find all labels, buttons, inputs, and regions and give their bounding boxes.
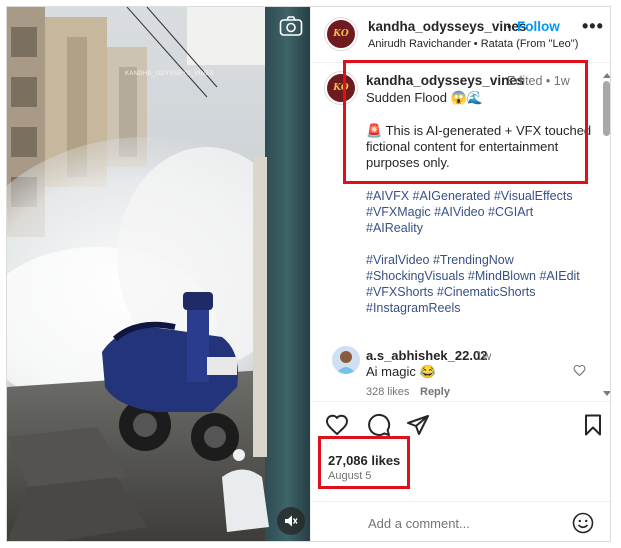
- scroll-down-arrow-icon[interactable]: [603, 391, 610, 396]
- commenter-avatar[interactable]: [332, 346, 360, 374]
- more-options-icon[interactable]: •••: [582, 17, 604, 35]
- comment-bubble-icon[interactable]: [367, 413, 391, 437]
- add-comment-bar: [311, 501, 610, 541]
- post-header: KO kandha_odysseys_vines • Follow Anirud…: [311, 7, 610, 63]
- scrollbar-thumb[interactable]: [603, 81, 610, 136]
- caption-title: Sudden Flood 😱🌊: [366, 90, 483, 105]
- caption-notice-line: purposes only.: [366, 155, 450, 170]
- author-avatar[interactable]: KO: [325, 18, 357, 50]
- hashtag-block-1: #AIVFX #AIGenerated #VisualEffects #VFXM…: [366, 188, 594, 236]
- comment-like-heart-icon[interactable]: [573, 363, 586, 377]
- comment-likes-count[interactable]: 328 likes: [366, 386, 409, 398]
- hashtag-line[interactable]: #VFXShorts #CinematicShorts: [366, 285, 536, 299]
- post-media-video[interactable]: KANDHA_ODYSSEYS_VINES: [7, 7, 310, 541]
- hashtag-line[interactable]: #VFXMagic #AIVideo #CGIArt: [366, 205, 533, 219]
- commenter-username[interactable]: a.s_abhishek_22.02: [366, 348, 487, 363]
- emoji-picker-icon[interactable]: [572, 512, 594, 534]
- header-separator: •: [507, 19, 512, 34]
- flood-scene-image: [7, 7, 310, 541]
- hashtag-line[interactable]: #AIReality: [366, 221, 423, 235]
- follow-button[interactable]: Follow: [517, 19, 560, 34]
- audio-track-link[interactable]: Anirudh Ravichander • Ratata (From "Leo"…: [368, 38, 578, 50]
- post-date[interactable]: August 5: [328, 470, 371, 482]
- share-paper-plane-icon[interactable]: [406, 413, 430, 437]
- caption-notice-line: 🚨 This is AI-generated + VFX touched: [366, 123, 592, 138]
- avatar-monogram: KO: [333, 29, 349, 39]
- hashtag-line[interactable]: #ShockingVisuals #MindBlown #AIEdit: [366, 269, 580, 283]
- comments-scrollbar[interactable]: [601, 67, 610, 401]
- add-comment-input[interactable]: [368, 516, 563, 531]
- comment-time: 1w: [476, 349, 492, 363]
- hashtag-block-2: #ViralVideo #TrendingNow #ShockingVisual…: [366, 252, 594, 316]
- hashtag-line[interactable]: #ViralVideo #TrendingNow: [366, 253, 514, 267]
- post-side-panel: KO kandha_odysseys_vines • Follow Anirud…: [310, 7, 610, 541]
- speaker-muted-icon: [285, 515, 298, 527]
- hashtag-line[interactable]: #InstagramReels: [366, 301, 461, 315]
- avatar-monogram: KO: [333, 83, 349, 93]
- comment-reply-button[interactable]: Reply: [420, 386, 450, 398]
- post-likes-count[interactable]: 27,086 likes: [328, 453, 400, 468]
- scroll-up-arrow-icon[interactable]: [603, 73, 610, 78]
- caption-username[interactable]: kandha_odysseys_vines: [366, 73, 524, 88]
- post-dialog: KANDHA_ODYSSEYS_VINES KO kandha_odysseys…: [6, 6, 611, 542]
- hashtag-line[interactable]: #AIVFX #AIGenerated #VisualEffects: [366, 189, 573, 203]
- comments-section: KO kandha_odysseys_vines Edited • 1w Sud…: [311, 64, 610, 401]
- caption-author-avatar[interactable]: KO: [325, 72, 357, 104]
- comment-text: Ai magic 😂: [366, 364, 436, 379]
- save-bookmark-icon[interactable]: [581, 413, 605, 437]
- caption-edited-time: Edited • 1w: [507, 74, 570, 88]
- video-watermark: KANDHA_ODYSSEYS_VINES: [125, 71, 214, 77]
- like-heart-icon[interactable]: [325, 413, 349, 437]
- camera-icon[interactable]: [279, 15, 303, 37]
- post-actions: 27,086 likes August 5: [311, 401, 610, 501]
- mute-button[interactable]: [277, 507, 305, 535]
- author-username[interactable]: kandha_odysseys_vines: [368, 19, 526, 34]
- caption-notice-line: fictional content for entertainment: [366, 139, 559, 154]
